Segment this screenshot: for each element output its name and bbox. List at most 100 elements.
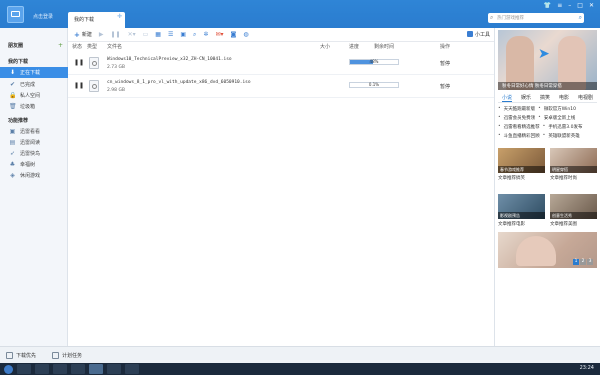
new-task-label: 新建 [81, 32, 92, 38]
carousel-pager: 1 2 3 [573, 259, 593, 265]
schedule-icon [52, 352, 59, 359]
table-row[interactable]: ❚❚ Windows10_TechnicalPreview_x32_ZH-CN_… [68, 53, 494, 75]
tile-caption: 影视剧预告 [498, 212, 545, 219]
sidebar-item-downloading[interactable]: ⬇ 正在下载 [0, 67, 68, 78]
search-button[interactable]: ⌕ [579, 14, 582, 22]
skin-icon[interactable]: 👕 [544, 2, 551, 9]
list-item[interactable]: • 天天酷跑最新版 • 微软官方Win10 [498, 106, 597, 115]
col-remaining[interactable]: 剩余时间 [374, 43, 394, 50]
sidebar: 朋友圈 + 我的下载 ⬇ 正在下载 ✔ 已完成 🔒 私人空间 🗑 垃圾箱 功能推… [0, 28, 68, 346]
camera-icon[interactable]: ◙ [230, 31, 236, 38]
gift-icon[interactable]: ✉▾ [215, 31, 223, 38]
sidebar-section-featured: 功能推荐 [8, 118, 29, 124]
tile-label[interactable]: 文章推荐电影 [498, 221, 545, 227]
add-friend-icon[interactable]: + [58, 42, 63, 49]
grid-view-icon[interactable]: ▦ [155, 31, 161, 38]
sidebar-item-kuainiao[interactable]: ➶ 迅雷快鸟 [0, 148, 68, 159]
sidebar-item-kankan[interactable]: ▣ 迅雷看看 [0, 126, 68, 137]
disc-image-icon [89, 57, 99, 69]
search-tool-icon[interactable]: ⌕ [193, 31, 196, 39]
col-status[interactable]: 状态 [72, 43, 82, 50]
taskbar-app-icon[interactable] [53, 364, 67, 374]
progress-bar: 48% [349, 59, 399, 65]
sidebar-item-trash[interactable]: 🗑 垃圾箱 [0, 101, 68, 112]
taskbar-folder-icon[interactable] [35, 364, 49, 374]
progress-bar: 0.1% [349, 82, 399, 88]
news-list: • 天天酷跑最新版 • 微软官方Win10 • 迅雷会员免费领 • 安卓版全新上线 • 迅雷看… [498, 106, 597, 142]
list-view-icon[interactable]: ☰ [168, 31, 173, 38]
page-dot[interactable]: 2 [580, 259, 586, 265]
tab-novel[interactable]: 小说 [502, 94, 513, 102]
search-input[interactable]: ⌕ 热门游戏推荐 ⌕ [488, 13, 584, 23]
page-dot[interactable]: 3 [587, 259, 593, 265]
delete-icon[interactable]: ✕▾ [128, 31, 136, 38]
image-icon[interactable]: ▣ [180, 31, 186, 38]
folder-icon[interactable]: ▭ [143, 31, 149, 38]
tab-funny[interactable]: 搞笑 [540, 94, 550, 102]
image-tile[interactable]: 明星穿搭 [550, 148, 597, 173]
tile-label[interactable]: 文章推荐搞笑 [498, 175, 545, 181]
status-bar: 下载优先 计划任务 [0, 346, 600, 363]
priority-icon [6, 352, 13, 359]
avatar[interactable] [7, 6, 24, 23]
page-dot[interactable]: 1 [573, 259, 579, 265]
pause-icon[interactable]: ❚❚ [74, 59, 84, 66]
sidebar-item-label: 迅雷看看 [20, 129, 41, 135]
sidebar-item-reading[interactable]: ▤ 迅雷阅读 [0, 137, 68, 148]
tab-entertainment[interactable]: 娱乐 [521, 94, 531, 102]
sidebar-item-label: 休闲游戏 [20, 173, 41, 179]
sidebar-item-games[interactable]: ◈ 休闲游戏 [0, 170, 68, 181]
pause-icon[interactable]: ❚❚ [111, 31, 121, 38]
tile-label[interactable]: 文章推荐时尚 [550, 175, 597, 181]
taskbar-app-icon[interactable] [107, 364, 121, 374]
close-icon[interactable]: ✕ [589, 2, 594, 9]
promo-image[interactable]: 1 2 3 [498, 232, 597, 268]
sidebar-item-private[interactable]: 🔒 私人空间 [0, 90, 68, 101]
image-tile[interactable]: 影视剧预告 [498, 194, 545, 219]
col-size[interactable]: 大小 [320, 43, 330, 50]
list-item[interactable]: • 斗鱼直播精彩回顾 • 英雄联盟新英雄 [498, 133, 597, 142]
tab-tv[interactable]: 电视剧 [578, 94, 593, 102]
table-row[interactable]: ❚❚ cn_windows_8_1_pro_vl_with_update_x86… [68, 76, 494, 98]
col-type[interactable]: 类型 [87, 43, 97, 50]
minimize-icon[interactable]: – [568, 2, 571, 9]
check-icon: ✔ [9, 81, 16, 88]
globe-icon[interactable]: ◍ [243, 31, 248, 38]
image-tile[interactable]: 春节游戏推荐 [498, 148, 545, 173]
sidebar-item-tree[interactable]: ♣ 幸福树 [0, 159, 68, 170]
col-state[interactable]: 操作 [440, 43, 450, 50]
settings-icon[interactable]: ✲ [203, 31, 208, 38]
tab-movie[interactable]: 电影 [559, 94, 569, 102]
sidebar-friends[interactable]: 朋友圈 [8, 42, 23, 49]
sidebar-item-completed[interactable]: ✔ 已完成 [0, 79, 68, 90]
taskbar-xunlei-icon[interactable] [89, 364, 103, 374]
bird-icon: ➶ [9, 150, 16, 157]
add-tab-icon[interactable]: ✚ [117, 13, 122, 20]
start-icon[interactable]: ▶ [99, 31, 104, 38]
scheduled-task-button[interactable]: 计划任务 [52, 352, 82, 359]
sidebar-item-label: 幸福树 [20, 162, 36, 168]
col-progress[interactable]: 进度 [349, 43, 359, 50]
taskbar-app-icon[interactable] [125, 364, 139, 374]
image-tile[interactable]: 创意生活秀 [550, 194, 597, 219]
start-button-icon[interactable] [4, 364, 13, 374]
plus-icon: + [74, 30, 80, 39]
new-task-button[interactable]: + 新建 [74, 31, 92, 39]
taskbar-app-icon[interactable] [71, 364, 85, 374]
list-item[interactable]: • 迅雷看看精选推荐 • 手机迅雷3.0发布 [498, 124, 597, 133]
download-priority-button[interactable]: 下载优先 [6, 352, 36, 359]
login-link[interactable]: 点击登录 [33, 13, 53, 20]
pause-icon[interactable]: ❚❚ [74, 82, 84, 89]
menu-icon[interactable]: ≡ [557, 2, 562, 9]
hero-banner[interactable]: ➤ 秋冬日常好心情 秋冬日常穿搭 [498, 30, 597, 90]
list-item[interactable]: • 迅雷会员免费领 • 安卓版全新上线 [498, 115, 597, 124]
taskbar-explorer-icon[interactable] [17, 364, 31, 374]
small-tools-button[interactable]: 小工具 [466, 31, 490, 38]
maximize-icon[interactable]: □ [577, 2, 583, 9]
lock-icon: 🔒 [9, 92, 17, 99]
sidebar-item-label: 私人空间 [20, 93, 41, 99]
book-icon: ▤ [9, 139, 16, 146]
download-priority-label: 下载优先 [16, 353, 37, 359]
tile-label[interactable]: 文章推荐美图 [550, 221, 597, 227]
col-filename[interactable]: 文件名 [107, 43, 122, 50]
